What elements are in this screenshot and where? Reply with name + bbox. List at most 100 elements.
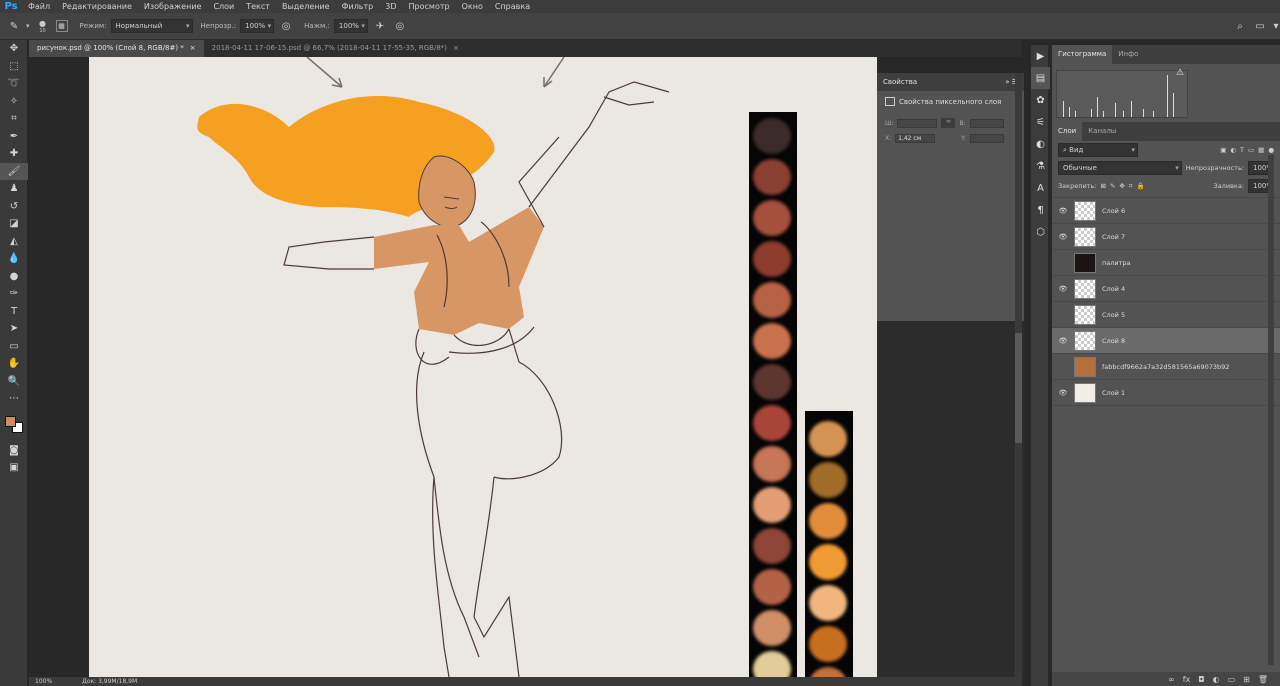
opacity-select[interactable]: 100% <box>240 19 275 33</box>
history-icon[interactable]: ▤ <box>1031 67 1050 89</box>
play-actions-icon[interactable]: ▶ <box>1031 45 1050 67</box>
brush-panel-toggle-icon[interactable]: ▦ <box>55 20 68 32</box>
panel-tab[interactable]: Каналы <box>1082 122 1122 141</box>
screen-mode-icon[interactable]: ▣ <box>0 459 28 477</box>
menu-item[interactable]: Фильтр <box>336 0 380 13</box>
filter-adjust-icon[interactable]: ◐ <box>1230 146 1236 154</box>
quick-mask-icon[interactable]: ◙ <box>0 442 28 460</box>
layer-row[interactable]: 👁 Слой 8 <box>1052 328 1280 354</box>
pressure-size-icon[interactable]: ◎ <box>392 18 408 34</box>
filter-smart-icon[interactable]: ▦ <box>1258 146 1264 154</box>
pressure-opacity-icon[interactable]: ◎ <box>278 18 294 34</box>
menu-item[interactable]: Файл <box>22 0 56 13</box>
filter-type-icon[interactable]: T <box>1240 146 1244 154</box>
pen-tool-icon[interactable]: ✑ <box>0 285 28 303</box>
menu-item[interactable]: Справка <box>489 0 536 13</box>
lasso-tool-icon[interactable]: ➰ <box>0 75 28 93</box>
close-tab-icon[interactable]: × <box>190 40 196 57</box>
foreground-color-swatch[interactable] <box>5 415 16 427</box>
eyedropper-tool-icon[interactable]: ✒ <box>0 128 28 146</box>
x-field[interactable]: 1,42 см <box>895 134 936 143</box>
close-tab-icon[interactable]: × <box>453 40 459 57</box>
height-field[interactable] <box>969 118 1004 128</box>
layer-row[interactable]: fabbcdf9662a7a32d581565a69073b92 <box>1052 354 1280 380</box>
paragraph-icon[interactable]: ¶ <box>1031 199 1050 221</box>
zoom-tool-icon[interactable]: 🔍 <box>0 373 28 391</box>
paint-bucket-tool-icon[interactable]: ◭ <box>0 233 28 251</box>
panel-tab[interactable]: Гистограмма <box>1052 45 1113 64</box>
warning-icon[interactable]: ⚠ <box>1176 68 1184 78</box>
add-mask-icon[interactable]: ◘ <box>1198 675 1204 684</box>
path-selection-tool-icon[interactable]: ➤ <box>0 320 28 338</box>
layer-row[interactable]: Слой 5 <box>1052 302 1280 328</box>
visibility-eye-icon[interactable]: 👁 <box>1052 233 1074 241</box>
move-tool-icon[interactable]: ✥ <box>0 40 28 58</box>
blend-mode-select[interactable]: Обычные <box>1058 161 1182 175</box>
visibility-eye-icon[interactable]: 👁 <box>1052 337 1074 345</box>
dodge-tool-icon[interactable]: ● <box>0 268 28 286</box>
panel-tab[interactable]: Слои <box>1052 122 1083 141</box>
link-layers-icon[interactable]: ∞ <box>1168 675 1175 684</box>
layer-style-icon[interactable]: fx <box>1183 675 1191 684</box>
workspace-icon[interactable]: ▭ <box>1252 18 1268 34</box>
brush-tool-icon[interactable]: 🖌 <box>0 162 28 180</box>
workspace-dropdown-icon[interactable]: ▾ <box>1272 18 1280 34</box>
layer-filter-select[interactable]: ⌕ Вид <box>1058 143 1138 157</box>
eraser-tool-icon[interactable]: ◪ <box>0 215 28 233</box>
color-swatches[interactable] <box>0 408 28 442</box>
search-icon[interactable]: ⌕ <box>1232 18 1248 34</box>
visibility-eye-icon[interactable]: 👁 <box>1052 285 1074 293</box>
adjustment-layer-icon[interactable]: ◐ <box>1213 675 1220 684</box>
magic-wand-tool-icon[interactable]: ✧ <box>0 93 28 111</box>
menu-item[interactable]: Слои <box>207 0 240 13</box>
lock-position-icon[interactable]: ✥ <box>1119 182 1124 190</box>
menu-item[interactable]: Редактирование <box>56 0 138 13</box>
menu-item[interactable]: 3D <box>379 0 402 13</box>
menu-item[interactable]: Просмотр <box>403 0 456 13</box>
new-group-icon[interactable]: ▭ <box>1228 675 1236 684</box>
healing-brush-tool-icon[interactable]: ✚ <box>0 145 28 163</box>
airbrush-icon[interactable]: ✈ <box>372 18 388 34</box>
menu-item[interactable]: Выделение <box>276 0 336 13</box>
mode-select[interactable]: Нормальный <box>110 19 193 33</box>
3d-icon[interactable]: ⬡ <box>1031 221 1050 243</box>
more-tools-icon[interactable]: ⋯ <box>0 390 28 408</box>
visibility-eye-icon[interactable]: 👁 <box>1052 207 1074 215</box>
panel-tab[interactable]: Инфо <box>1112 45 1144 64</box>
lock-transparent-icon[interactable]: ⊠ <box>1100 182 1105 190</box>
new-layer-icon[interactable]: ⊞ <box>1243 675 1250 684</box>
visibility-eye-icon[interactable]: 👁 <box>1052 389 1074 397</box>
layer-row[interactable]: 👁 Слой 4 <box>1052 276 1280 302</box>
adjustments-icon[interactable]: ⚟ <box>1031 111 1050 133</box>
swatches-icon[interactable]: ⚗ <box>1031 155 1050 177</box>
menu-item[interactable]: Окно <box>456 0 489 13</box>
hand-tool-icon[interactable]: ✋ <box>0 355 28 373</box>
filter-shape-icon[interactable]: ▭ <box>1248 146 1254 154</box>
menu-item[interactable]: Изображение <box>138 0 208 13</box>
delete-layer-icon[interactable]: 🗑 <box>1258 675 1268 684</box>
color-icon[interactable]: ◐ <box>1031 133 1050 155</box>
rectangle-tool-icon[interactable]: ▭ <box>0 338 28 356</box>
layer-row[interactable]: 👁 Слой 1 <box>1052 380 1280 406</box>
document-tab[interactable]: 2018-04-11 17-06-15.psd @ 66,7% (2018-04… <box>204 40 467 57</box>
menu-item[interactable]: Текст <box>240 0 276 13</box>
zoom-level[interactable]: 100% <box>35 677 52 686</box>
clone-stamp-tool-icon[interactable]: ♟ <box>0 180 28 198</box>
document-canvas[interactable] <box>89 57 877 677</box>
type-tool-icon[interactable]: T <box>0 303 28 321</box>
brush-tool-preset-icon[interactable]: ✎ <box>6 18 22 34</box>
layer-row[interactable]: 👁 Слой 7 <box>1052 224 1280 250</box>
layer-row[interactable]: палитра <box>1052 250 1280 276</box>
flow-select[interactable]: 100% <box>333 19 368 33</box>
y-field[interactable] <box>970 134 1005 143</box>
filter-toggle-icon[interactable]: ● <box>1268 146 1274 154</box>
lock-pixels-icon[interactable]: ✎ <box>1110 182 1115 190</box>
blur-tool-icon[interactable]: 💧 <box>0 250 28 268</box>
lock-artboard-icon[interactable]: ⌗ <box>1129 182 1133 191</box>
link-icon[interactable]: ∞ <box>941 118 956 128</box>
lock-all-icon[interactable]: 🔒 <box>1137 182 1145 190</box>
marquee-tool-icon[interactable]: ⬚ <box>0 58 28 76</box>
width-field[interactable] <box>897 118 938 128</box>
document-tab[interactable]: рисунок.psd @ 100% (Слой 8, RGB/8#) * × <box>29 40 204 57</box>
filter-pixel-icon[interactable]: ▣ <box>1220 146 1226 154</box>
